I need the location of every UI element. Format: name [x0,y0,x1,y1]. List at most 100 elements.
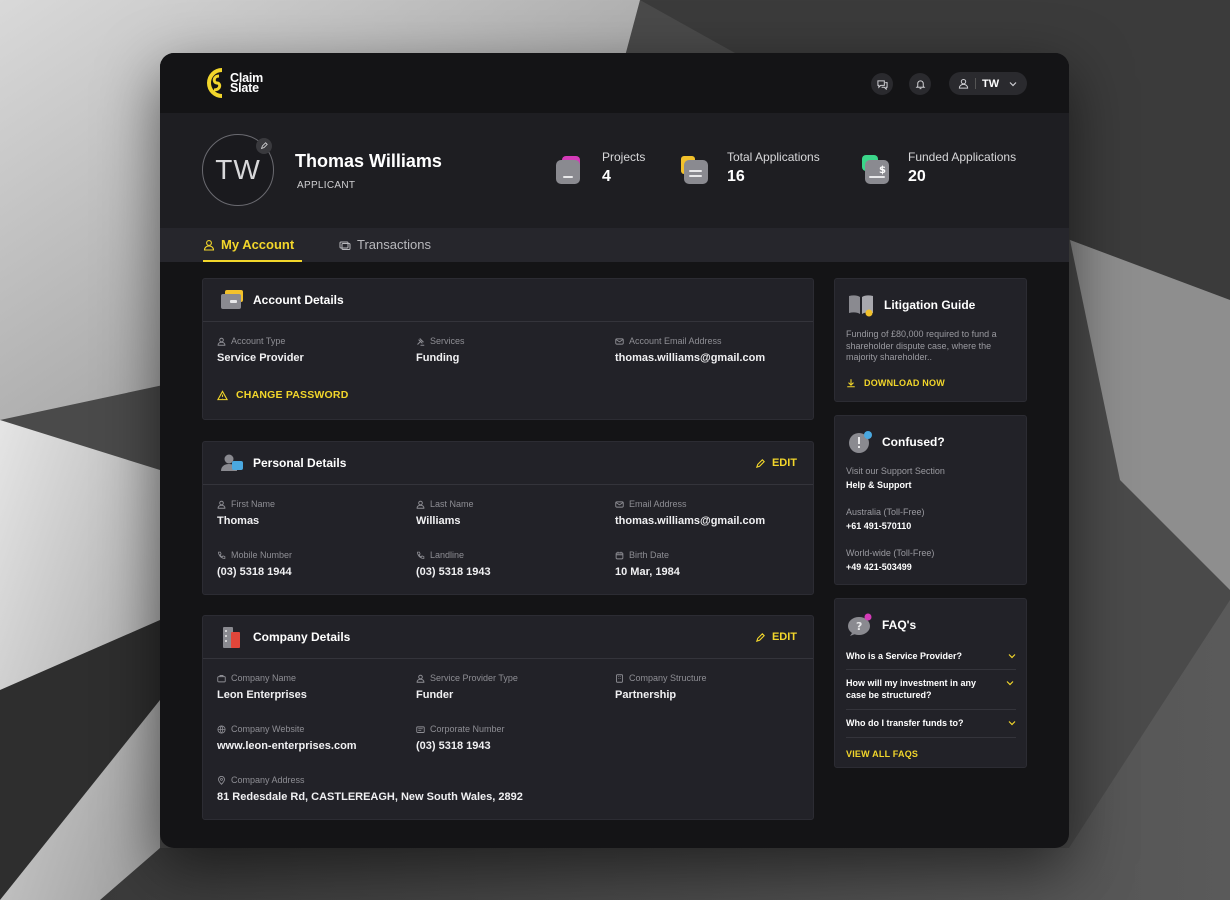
tab-transactions[interactable]: Transactions [339,237,431,252]
worldwide-phone[interactable]: +49 421-503499 [846,562,912,572]
logo-mark-icon [207,68,223,98]
avatar-initials: TW [215,154,261,185]
tab-my-account[interactable]: My Account [203,237,294,252]
svg-text:?: ? [856,620,862,633]
tab-my-account-label: My Account [221,237,295,252]
field-label: Company Website [231,724,305,734]
user-icon [217,500,226,509]
company-details-edit-button[interactable]: EDIT [755,631,797,643]
download-now-link[interactable]: DOWNLOAD NOW [846,378,945,388]
mail-icon [615,337,624,345]
field-label: Account Email Address [629,336,722,346]
chevron-down-icon [1008,654,1016,659]
bell-icon [915,79,925,89]
personal-details-title: Personal Details [253,456,347,470]
change-password-link[interactable]: CHANGE PASSWORD [217,389,348,401]
faq-question: Who is a Service Provider? [846,651,963,661]
field-value: Thomas [217,515,260,527]
account-details-title: Account Details [253,293,344,307]
user-icon [958,78,969,89]
user-icon [203,239,215,251]
download-now-label: DOWNLOAD NOW [864,378,945,388]
briefcase-icon [217,674,226,682]
faq-divider [846,669,1016,670]
account-details-card: Account Details Account Type Service Pro… [202,278,814,420]
field-label: Landline [430,550,465,560]
mail-icon [615,500,624,508]
profile-header: TW Thomas Williams APPLICANT Projects 4 … [160,113,1069,228]
active-tab-indicator [203,260,302,262]
view-all-faqs-link[interactable]: VIEW ALL FAQS [846,749,918,759]
calendar-icon [615,551,624,559]
personal-details-header: Personal Details EDIT [203,442,813,485]
litigation-guide-description: Funding of £80,000 required to fund a sh… [846,329,997,362]
profile-name: Thomas Williams [295,151,442,171]
document-stack-icon [681,156,708,184]
dollar-document-icon: $ [862,155,889,184]
phone-icon [417,551,425,559]
field-first-name: First Name Thomas [217,499,275,527]
field-label: Corporate Number [430,724,505,734]
claim-slate-logo[interactable]: Claim Slate [202,64,263,102]
field-company-name: Company Name Leon Enterprises [217,673,307,701]
confused-card: Confused? Visit our Support Section Help… [834,415,1027,585]
user-menu-button[interactable]: TW [949,72,1027,95]
field-last-name: Last Name Williams [416,499,474,527]
globe-icon [217,724,226,734]
australia-phone[interactable]: +61 491-570110 [846,521,911,531]
field-value: thomas.williams@gmail.com [615,515,766,527]
faq-item[interactable]: Who is a Service Provider? [846,650,1016,662]
stat-projects-value: 4 [602,168,611,185]
building-icon [223,627,240,648]
faq-item[interactable]: Who do I transfer funds to? [846,717,1016,729]
field-value: Funding [416,352,460,364]
faq-question: How will my investment in any case be st… [846,678,977,700]
support-section-label: Visit our Support Section [846,466,945,476]
notifications-button[interactable] [909,73,931,95]
pencil-icon [260,142,268,150]
field-label: Company Address [231,775,305,785]
stat-funded-applications-label: Funded Applications [908,150,1017,164]
wallet-icon [221,290,243,309]
stat-total-applications-value: 16 [727,168,745,185]
warning-icon [217,389,228,400]
field-service-provider-type: Service Provider Type Funder [416,673,518,701]
field-corporate-number: Corporate Number (03) 5318 1943 [416,724,505,752]
faq-divider [846,737,1016,738]
field-landline: Landline (03) 5318 1943 [416,550,491,578]
transactions-icon [339,241,351,250]
stat-projects-label: Projects [602,150,646,164]
chevron-down-icon [1006,681,1014,686]
company-details-title: Company Details [253,630,351,644]
field-label: Services [430,336,465,346]
field-value: thomas.williams@gmail.com [615,352,766,364]
field-services: Services Funding [416,336,465,364]
help-support-link[interactable]: Help & Support [846,480,912,490]
user-menu-divider [975,78,976,89]
field-value: 81 Redesdale Rd, CASTLEREAGH, New South … [217,791,523,803]
book-icon [849,295,873,317]
messages-button[interactable] [871,73,893,95]
litigation-guide-card: Litigation Guide Funding of £80,000 requ… [834,278,1027,402]
faq-item[interactable]: How will my investment in any case be st… [846,677,996,701]
personal-details-edit-button[interactable]: EDIT [755,457,797,469]
app-window: Claim Slate TW TW Thomas Williams APPLIC… [160,53,1069,848]
user-initials: TW [982,77,1000,90]
faq-divider [846,709,1016,710]
field-value: 10 Mar, 1984 [615,566,680,578]
question-bubble-icon: ? [848,613,872,636]
field-label: Account Type [231,336,286,346]
field-value: www.leon-enterprises.com [217,740,357,752]
faqs-title: FAQ's [882,618,917,632]
stat-total-applications-label: Total Applications [727,150,820,164]
user-icon [217,337,226,346]
field-value: Partnership [615,689,677,701]
stat-funded-applications: Funded Applications 20 [908,150,1016,186]
change-password-label: CHANGE PASSWORD [236,389,349,401]
company-details-header: Company Details EDIT [203,616,813,659]
building-small-icon [616,673,623,683]
field-label: Service Provider Type [430,673,518,683]
tab-bar: My Account Transactions [160,228,1069,262]
avatar-edit-button[interactable] [256,138,272,154]
field-mobile-number: Mobile Number (03) 5318 1944 [217,550,292,578]
